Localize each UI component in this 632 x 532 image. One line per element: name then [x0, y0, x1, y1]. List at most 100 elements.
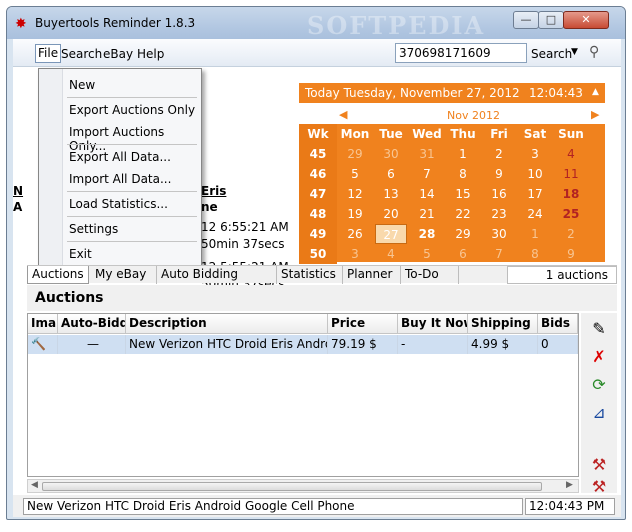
- calendar-day[interactable]: 12: [337, 184, 373, 204]
- menu-separator: [67, 241, 197, 242]
- chevron-down-icon[interactable]: ▼: [571, 47, 578, 57]
- previous-month-icon[interactable]: ◀: [339, 108, 347, 121]
- column-header-bids[interactable]: Bids: [538, 314, 578, 334]
- calendar-day[interactable]: 8: [445, 164, 481, 184]
- calendar-day[interactable]: 2: [553, 224, 589, 244]
- calendar-day[interactable]: 7: [409, 164, 445, 184]
- menu-item-import-all[interactable]: Import All Data...: [69, 172, 171, 186]
- summary-title-end[interactable]: Eris: [201, 184, 226, 198]
- caret-up-icon[interactable]: ▲: [592, 87, 599, 97]
- title-bar[interactable]: ✸ Buyertools Reminder 1.8.3 SOFTPEDIA — …: [7, 7, 625, 40]
- menu-search[interactable]: Search: [61, 47, 102, 61]
- calendar-day[interactable]: 9: [481, 164, 517, 184]
- menu-item-export-all[interactable]: Export All Data...: [69, 150, 171, 164]
- calendar-day[interactable]: 20: [373, 204, 409, 224]
- summary-title-start[interactable]: N: [13, 184, 23, 198]
- calendar-day[interactable]: 22: [445, 204, 481, 224]
- menu-item-settings[interactable]: Settings: [69, 222, 118, 236]
- calendar-day[interactable]: 3: [337, 244, 373, 264]
- calendar-day[interactable]: 3: [517, 144, 553, 164]
- calendar-header-cell: Fri: [490, 127, 508, 141]
- calendar-day[interactable]: 17: [517, 184, 553, 204]
- minimize-button[interactable]: —: [513, 11, 539, 29]
- menu-help[interactable]: Help: [137, 47, 164, 61]
- menu-item-exit[interactable]: Exit: [69, 247, 92, 261]
- close-button[interactable]: ✕: [563, 11, 609, 29]
- calendar-day[interactable]: 25: [553, 204, 589, 224]
- calendar-day[interactable]: 1: [445, 144, 481, 164]
- calendar-day[interactable]: 18: [553, 184, 589, 204]
- calendar-day[interactable]: 26: [337, 224, 373, 244]
- column-header-buy-it-now[interactable]: Buy It Now: [398, 314, 468, 334]
- menu-file[interactable]: File: [35, 44, 62, 63]
- tab-planner[interactable]: Planner: [343, 266, 401, 284]
- calendar-day[interactable]: 13: [373, 184, 409, 204]
- calendar-header-cell: Sat: [523, 127, 547, 141]
- calendar-day[interactable]: 15: [445, 184, 481, 204]
- calendar-day[interactable]: 10: [517, 164, 553, 184]
- calendar-day[interactable]: 19: [337, 204, 373, 224]
- calendar-day[interactable]: 23: [481, 204, 517, 224]
- refresh-icon[interactable]: ⟳: [587, 373, 611, 397]
- menu-item-import-auctions[interactable]: Import Auctions Only...: [69, 125, 201, 153]
- column-header-shipping[interactable]: Shipping: [468, 314, 538, 334]
- calendar-day[interactable]: 29: [337, 144, 373, 164]
- calendar-day[interactable]: 6: [373, 164, 409, 184]
- calendar-day[interactable]: 4: [373, 244, 409, 264]
- calendar-day[interactable]: 11: [553, 164, 589, 184]
- calendar-day-event[interactable]: 28: [409, 224, 445, 244]
- calendar-day[interactable]: 4: [553, 144, 589, 164]
- next-month-icon[interactable]: ▶: [591, 108, 599, 121]
- calendar-day[interactable]: 24: [517, 204, 553, 224]
- calendar-day[interactable]: 9: [553, 244, 589, 264]
- menu-item-new[interactable]: New: [69, 78, 95, 92]
- calendar-day[interactable]: 7: [481, 244, 517, 264]
- calendar-day[interactable]: 21: [409, 204, 445, 224]
- column-header-image[interactable]: Ima: [28, 314, 58, 334]
- menu-gutter: [39, 69, 63, 265]
- table-row[interactable]: 🔨 — New Verizon HTC Droid Eris Android 7…: [28, 335, 578, 354]
- tab-auto-bidding-groups[interactable]: Auto Bidding Groups: [157, 266, 277, 298]
- menu-item-load-statistics[interactable]: Load Statistics...: [69, 197, 168, 211]
- maximize-button[interactable]: □: [538, 11, 564, 29]
- menu-item-export-auctions[interactable]: Export Auctions Only: [69, 103, 195, 117]
- calendar-day[interactable]: 29: [445, 224, 481, 244]
- calendar-day[interactable]: 30: [481, 224, 517, 244]
- calendar-day[interactable]: 8: [517, 244, 553, 264]
- horizontal-scrollbar[interactable]: ◀ ▶: [27, 479, 579, 493]
- tab-todo[interactable]: To-Do: [401, 266, 459, 284]
- search-button[interactable]: Search: [531, 47, 572, 61]
- tab-statistics[interactable]: Statistics: [277, 266, 343, 284]
- scroll-left-icon[interactable]: ◀: [31, 480, 38, 490]
- calendar-day[interactable]: 31: [409, 144, 445, 164]
- calendar-day-today[interactable]: 27: [375, 224, 407, 244]
- bid-hammer-icon[interactable]: ⚒: [587, 453, 611, 477]
- week-number: 47: [299, 184, 337, 204]
- statistics-icon[interactable]: ⊿: [587, 401, 611, 425]
- tab-auctions[interactable]: Auctions: [27, 266, 89, 284]
- delete-icon[interactable]: ✗: [587, 345, 611, 369]
- search-icon[interactable]: ⚲: [589, 44, 599, 60]
- tab-my-ebay[interactable]: My eBay: [91, 266, 157, 284]
- edit-auction-icon[interactable]: ✎: [587, 317, 611, 341]
- calendar-day[interactable]: 5: [337, 164, 373, 184]
- scroll-thumb[interactable]: [42, 482, 542, 491]
- menu-ebay[interactable]: eBay: [103, 47, 133, 61]
- calendar-day[interactable]: 5: [409, 244, 445, 264]
- calendar-day[interactable]: 6: [445, 244, 481, 264]
- calendar-day[interactable]: 1: [517, 224, 553, 244]
- search-input[interactable]: 370698171609: [395, 43, 527, 63]
- column-header-auto-bid[interactable]: Auto-Biddi: [58, 314, 126, 334]
- status-text: New Verizon HTC Droid Eris Android Googl…: [23, 498, 523, 515]
- calendar-day[interactable]: 30: [373, 144, 409, 164]
- scroll-right-icon[interactable]: ▶: [566, 480, 573, 490]
- column-header-description[interactable]: Description: [126, 314, 328, 334]
- column-header-price[interactable]: Price: [328, 314, 398, 334]
- cell-bids: 0: [538, 335, 578, 354]
- calendar-day[interactable]: 16: [481, 184, 517, 204]
- menu-separator: [67, 216, 197, 217]
- window-title: Buyertools Reminder 1.8.3: [35, 16, 196, 30]
- calendar-day[interactable]: 14: [409, 184, 445, 204]
- app-window: ✸ Buyertools Reminder 1.8.3 SOFTPEDIA — …: [6, 6, 626, 520]
- calendar-day[interactable]: 2: [481, 144, 517, 164]
